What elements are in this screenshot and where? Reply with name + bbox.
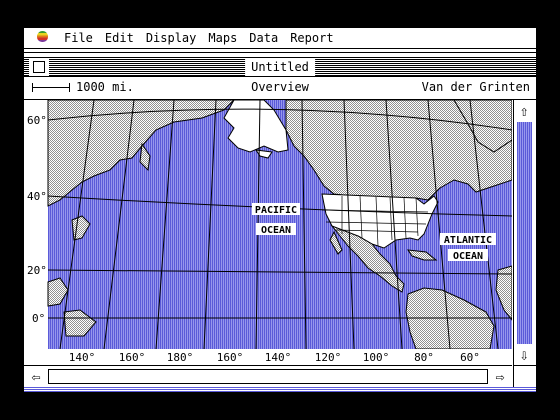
screen: File Edit Display Maps Data Report Untit… (24, 28, 536, 392)
lat-label: 0° (32, 312, 45, 325)
apple-menu[interactable] (32, 30, 52, 46)
scroll-left-icon[interactable]: ⇦ (26, 367, 46, 387)
lon-label: 140° (69, 351, 96, 364)
horizontal-scrollbar[interactable]: ⇦ ⇨ (24, 365, 512, 388)
close-box[interactable] (33, 61, 45, 73)
longitude-strip: 140° 160° 180° 160° 140° 120° 100° 80° 6… (24, 349, 512, 365)
pacific-label-line2: OCEAN (261, 225, 291, 236)
menu-edit[interactable]: Edit (99, 28, 140, 48)
lon-label: 80° (414, 351, 434, 364)
vertical-scrollbar[interactable]: ⇧ ⇩ (513, 100, 536, 365)
scroll-up-icon[interactable]: ⇧ (514, 101, 534, 121)
pacific-label-line1: PACIFIC (255, 205, 297, 216)
map-canvas[interactable]: PACIFIC OCEAN ATLANTIC OCEAN 60° 40° 20°… (24, 99, 513, 350)
scroll-right-icon[interactable]: ⇨ (490, 367, 510, 387)
menu-maps[interactable]: Maps (202, 28, 243, 48)
apple-icon (36, 30, 48, 42)
lon-label: 60° (460, 351, 480, 364)
grow-box[interactable] (513, 365, 536, 388)
lon-label: 120° (315, 351, 342, 364)
lon-label: 180° (167, 351, 194, 364)
scroll-down-icon[interactable]: ⇩ (514, 345, 534, 365)
lat-label: 60° (27, 114, 47, 127)
menu-bar: File Edit Display Maps Data Report (24, 28, 536, 49)
lon-label: 160° (119, 351, 146, 364)
horizontal-scroll-track[interactable] (48, 369, 488, 384)
atlantic-label-line2: OCEAN (453, 251, 483, 262)
menu-data[interactable]: Data (243, 28, 284, 48)
lon-label: 160° (217, 351, 244, 364)
lat-label: 40° (27, 190, 47, 203)
atlantic-label-line1: ATLANTIC (444, 235, 492, 246)
lon-label: 100° (363, 351, 390, 364)
map-info-bar: 1000 mi. Overview Van der Grinten (24, 77, 536, 100)
longitude-labels: 140° 160° 180° 160° 140° 120° 100° 80° 6… (69, 351, 480, 364)
window-title: Untitled (245, 58, 315, 76)
menu-display[interactable]: Display (140, 28, 203, 48)
divider (24, 52, 536, 53)
world-map[interactable]: PACIFIC OCEAN ATLANTIC OCEAN 60° 40° 20°… (24, 99, 513, 350)
lon-label: 140° (265, 351, 292, 364)
lat-label: 20° (27, 264, 47, 277)
menu-report[interactable]: Report (284, 28, 339, 48)
projection-label: Van der Grinten (421, 80, 530, 94)
menu-file[interactable]: File (58, 28, 99, 48)
window-bottom-edge (24, 387, 536, 392)
vertical-scroll-track[interactable] (517, 122, 532, 344)
window-title-bar[interactable]: Untitled (24, 57, 536, 77)
